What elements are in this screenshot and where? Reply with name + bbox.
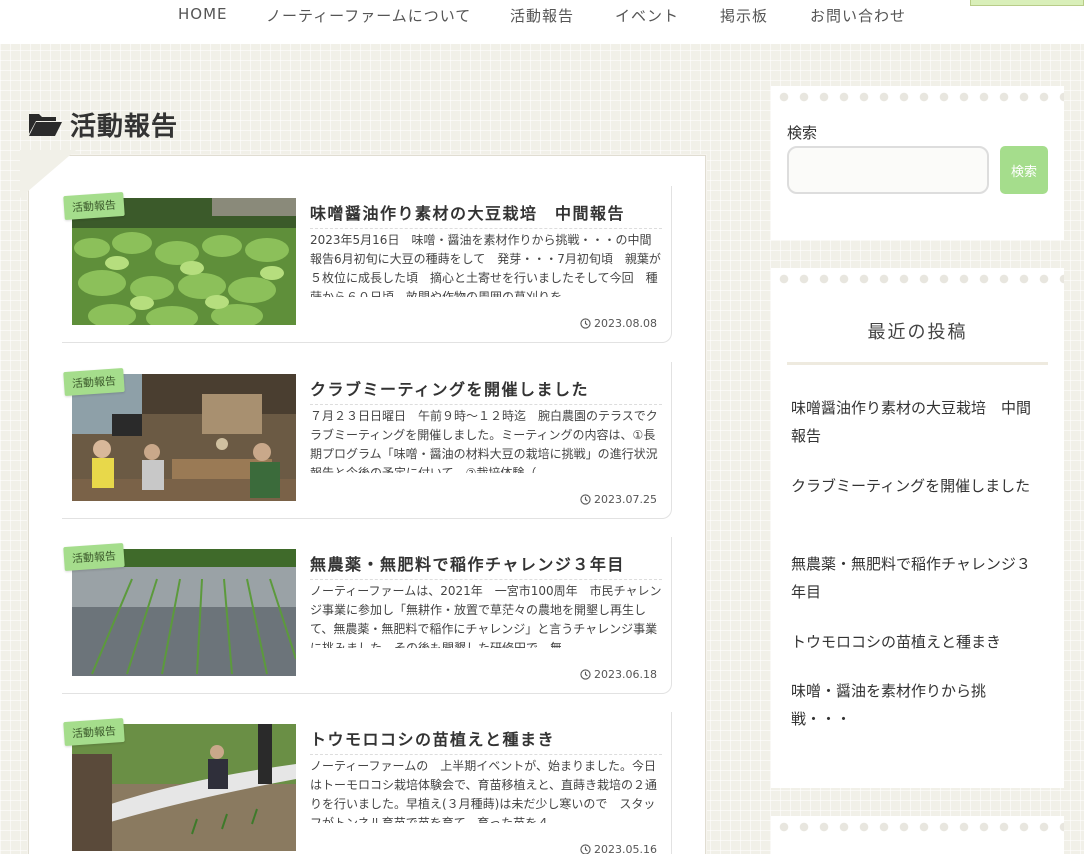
post-date-text: 2023.07.25: [594, 493, 657, 506]
recent-post-link[interactable]: 味噌醤油作り素材の大豆栽培 中間報告: [791, 394, 1041, 450]
category-badge[interactable]: 活動報告: [63, 542, 125, 572]
category-badge[interactable]: 活動報告: [63, 717, 125, 747]
post-title[interactable]: トウモロコシの苗植えと種まき: [310, 726, 662, 755]
post-date-text: 2023.06.18: [594, 668, 657, 681]
post-date: 2023.08.08: [580, 317, 657, 330]
nav-events[interactable]: イベント: [615, 5, 679, 26]
search-button[interactable]: 検索: [1000, 146, 1048, 194]
nav-home[interactable]: HOME: [178, 5, 228, 23]
post-title[interactable]: 味噌醤油作り素材の大豆栽培 中間報告: [310, 200, 662, 229]
post-date: 2023.07.25: [580, 493, 657, 506]
recent-post-link[interactable]: 味噌・醤油を素材作りから挑戦・・・: [791, 677, 1041, 733]
next-widget: [771, 816, 1064, 854]
post-date: 2023.05.16: [580, 843, 657, 854]
corner-badge: [970, 0, 1084, 6]
search-label: 検索: [787, 124, 818, 142]
widget-dots-decoration: [771, 274, 1064, 284]
recent-post-link[interactable]: 無農薬・無肥料で稲作チャレンジ３年目: [791, 550, 1041, 606]
page-title: 活動報告: [70, 111, 179, 142]
recent-post-link[interactable]: クラブミーティングを開催しました: [791, 472, 1041, 500]
post-card[interactable]: 活動報告 トウモロコシの苗植えと種まき ノーティーファームの 上半期イベントが、…: [62, 712, 672, 854]
recent-post-link[interactable]: トウモロコシの苗植えと種まき: [791, 628, 1041, 656]
post-title[interactable]: クラブミーティングを開催しました: [310, 376, 662, 405]
post-date: 2023.06.18: [580, 668, 657, 681]
page-heading: 活動報告: [28, 104, 178, 144]
post-card[interactable]: 活動報告 クラブミーティングを開催しました ７月２３日日曜日 午前９時～１２時迄…: [62, 362, 672, 519]
nav-bulletin-board[interactable]: 掲示板: [720, 5, 768, 26]
recent-posts-title: 最近の投稿: [787, 318, 1048, 365]
nav-about[interactable]: ノーティーファームについて: [266, 5, 471, 26]
post-card[interactable]: 活動報告 味噌醤油作り素材の大豆栽培 中間報告 2023年5月16日 味噌・醤油…: [62, 186, 672, 343]
post-excerpt: ノーティーファームの 上半期イベントが、始まりました。今日はトーモロコシ栽培体験…: [310, 759, 658, 823]
clock-icon: [580, 318, 591, 329]
post-date-text: 2023.05.16: [594, 843, 657, 854]
widget-dots-decoration: [771, 822, 1064, 832]
post-title[interactable]: 無農薬・無肥料で稲作チャレンジ３年目: [310, 551, 662, 580]
nav-contact[interactable]: お問い合わせ: [810, 5, 906, 26]
folder-open-icon: [29, 114, 62, 136]
search-input[interactable]: [787, 146, 989, 194]
clock-icon: [580, 494, 591, 505]
category-badge[interactable]: 活動報告: [63, 191, 125, 221]
category-badge[interactable]: 活動報告: [63, 367, 125, 397]
post-excerpt: ノーティーファームは、2021年 一宮市100周年 市民チャレンジ事業に参加し「…: [310, 584, 662, 648]
recent-posts-widget: 最近の投稿 味噌醤油作り素材の大豆栽培 中間報告 クラブミーティングを開催しまし…: [771, 268, 1064, 788]
post-date-text: 2023.08.08: [594, 317, 657, 330]
nav-activity-report[interactable]: 活動報告: [510, 5, 574, 26]
post-excerpt: ７月２３日日曜日 午前９時～１２時迄 腕白農園のテラスでクラブミーティングを開催…: [310, 409, 658, 473]
widget-dots-decoration: [771, 92, 1064, 102]
search-widget: 検索 検索: [771, 86, 1064, 240]
clock-icon: [580, 844, 591, 854]
top-navigation: HOME ノーティーファームについて 活動報告 イベント 掲示板 お問い合わせ: [0, 0, 1084, 44]
clock-icon: [580, 669, 591, 680]
post-card[interactable]: 活動報告 無農薬・無肥料で稲作チャレンジ３年目 ノーティーファームは、2021年…: [62, 537, 672, 694]
post-excerpt: 2023年5月16日 味噌・醤油を素材作りから挑戦・・・の中間報告6月初旬に大豆…: [310, 233, 661, 297]
